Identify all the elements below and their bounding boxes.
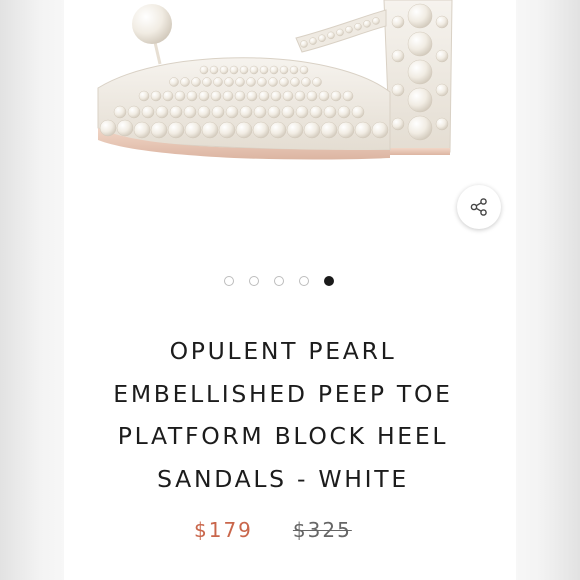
carousel-dots	[224, 276, 334, 288]
product-title-line-4: SANDALS - WHITE	[157, 464, 409, 493]
share-icon	[470, 198, 487, 216]
carousel-dot-2[interactable]	[249, 276, 259, 286]
original-price: $325	[292, 518, 352, 542]
product-title-line-1: OPULENT PEARL	[169, 337, 397, 365]
share-button[interactable]	[457, 185, 501, 229]
carousel-dot-5[interactable]	[324, 276, 334, 286]
product-title-line-2: EMBELLISHED PEEP TOE	[113, 379, 453, 408]
product-title: OPULENT PEARL EMBELLISHED PEEP TOE PLATF…	[64, 330, 502, 500]
product-page: OPULENT PEARL EMBELLISHED PEEP TOE PLATF…	[64, 0, 516, 580]
screenshot-frame: OPULENT PEARL EMBELLISHED PEEP TOE PLATF…	[0, 0, 580, 580]
price-block: $179 $325	[194, 518, 352, 542]
sandal-illustration	[97, 0, 453, 160]
sale-price: $179	[194, 518, 253, 542]
carousel-dot-3[interactable]	[274, 276, 284, 286]
carousel-dot-4[interactable]	[299, 276, 309, 286]
product-image[interactable]	[64, 0, 516, 250]
carousel-dot-1[interactable]	[224, 276, 234, 286]
product-title-line-3: PLATFORM BLOCK HEEL	[117, 422, 449, 450]
